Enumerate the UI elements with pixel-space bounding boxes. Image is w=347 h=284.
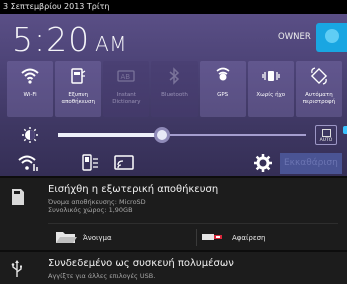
- quick-settings-tiles: Wi-Fi Εξυπνη αποθήκευση AB Instant Dicti…: [7, 61, 342, 117]
- brightness-thumb[interactable]: [154, 127, 171, 143]
- silent-mode-icon: [261, 66, 281, 86]
- wifi-settings-icon[interactable]: [18, 154, 40, 176]
- tile-silent-mode[interactable]: Χωρίς ήχο: [247, 61, 294, 117]
- tile-smart-saving[interactable]: Εξυπνη αποθήκευση: [55, 61, 102, 117]
- action-separator: [196, 229, 197, 246]
- eject-icon: [202, 232, 226, 244]
- user-name[interactable]: OWNER: [278, 32, 311, 42]
- gps-icon: [213, 66, 233, 86]
- tile-gps[interactable]: GPS: [199, 61, 246, 117]
- notification-title: Συνδεδεμένο ως συσκευή πολυμέσων: [48, 258, 234, 269]
- auto-brightness-label: AUTO: [319, 138, 333, 143]
- tile-label: Εξυπνη αποθήκευση: [61, 92, 95, 105]
- brightness-fill: [58, 133, 163, 137]
- tile-label: Αυτόματη περιστροφή: [302, 92, 336, 105]
- notification-line: Αγγίξτε για άλλες επιλογές USB.: [48, 272, 156, 280]
- status-date: 3 Σεπτεμβρίου 2013 Τρίτη: [3, 2, 110, 11]
- status-bar: 3 Σεπτεμβρίου 2013 Τρίτη: [0, 0, 347, 14]
- brightness-row: AUTO: [0, 120, 347, 150]
- avatar[interactable]: [316, 23, 347, 52]
- notification-line: Συνολικός χώρος: 1,90GB: [48, 206, 133, 214]
- eject-button[interactable]: Αφαίρεση: [202, 230, 266, 246]
- usb-icon: [10, 260, 30, 278]
- screen-cast-icon[interactable]: [114, 154, 134, 176]
- bluetooth-icon: [164, 66, 184, 86]
- tile-label: Instant Dictionary: [112, 92, 141, 105]
- instant-dictionary-icon: AB: [116, 66, 136, 86]
- tile-label: Wi-Fi: [23, 92, 37, 98]
- notification-title: Εισήχθη η εξωτερική αποθήκευση: [48, 184, 219, 195]
- open-label: Άνοιγμα: [83, 234, 112, 242]
- divider: [48, 223, 338, 224]
- auto-brightness-icon: [322, 129, 331, 137]
- sim-settings-icon[interactable]: [81, 154, 99, 176]
- tile-auto-rotate[interactable]: Αυτόματη περιστροφή: [295, 61, 342, 117]
- eject-label: Αφαίρεση: [232, 234, 266, 242]
- settings-shortcuts-row: Εκκαθάριση: [0, 152, 347, 176]
- tile-label: GPS: [217, 92, 229, 98]
- clock-ampm: AM: [95, 32, 128, 56]
- tile-label: Bluetooth: [161, 92, 188, 98]
- brightness-slider[interactable]: [58, 133, 306, 137]
- notification-line: Όνομα αποθήκευσης: MicroSD: [48, 198, 146, 206]
- notification-sd-card[interactable]: Εισήχθη η εξωτερική αποθήκευση Όνομα απο…: [0, 178, 347, 250]
- svg-text:AB: AB: [121, 73, 131, 81]
- clock-time: 5:20: [12, 20, 91, 59]
- gear-icon[interactable]: [254, 154, 272, 176]
- tile-label: Χωρίς ήχο: [256, 92, 286, 98]
- tile-instant-dictionary[interactable]: AB Instant Dictionary: [103, 61, 150, 117]
- edge-indicator: [343, 126, 347, 134]
- auto-rotate-icon: [309, 66, 329, 86]
- smart-saving-icon: [68, 66, 88, 86]
- brightness-icon: [22, 127, 38, 147]
- tile-bluetooth[interactable]: Bluetooth: [151, 61, 198, 117]
- clear-all-button[interactable]: Εκκαθάριση: [280, 153, 342, 174]
- clock: 5:20 AM: [12, 18, 127, 66]
- notification-usb[interactable]: Συνδεδεμένο ως συσκευή πολυμέσων Αγγίξτε…: [0, 252, 347, 284]
- open-button[interactable]: Άνοιγμα: [55, 230, 112, 246]
- auto-brightness-button[interactable]: AUTO: [315, 125, 337, 145]
- tile-wifi[interactable]: Wi-Fi: [7, 61, 54, 117]
- quick-settings-panel: 5:20 AM OWNER Wi-Fi Εξυπνη αποθήκευση AB …: [0, 14, 347, 176]
- folder-icon: [55, 230, 77, 246]
- wifi-icon: [20, 66, 40, 86]
- sd-card-icon: [10, 188, 30, 206]
